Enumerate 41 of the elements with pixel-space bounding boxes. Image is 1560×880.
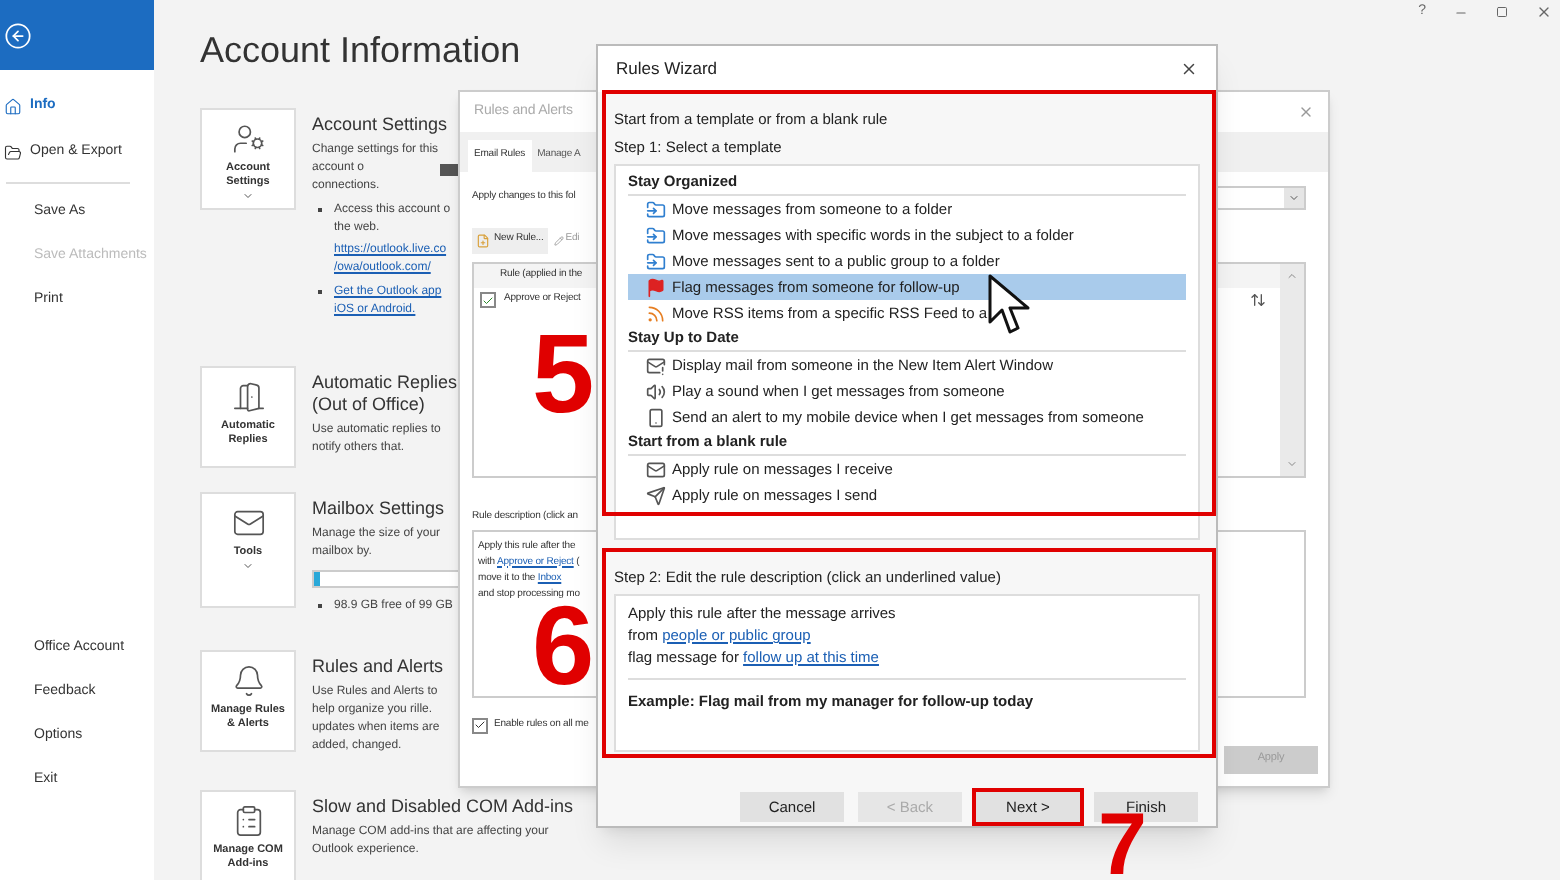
folder-arrow-icon	[646, 199, 666, 219]
envelope-icon	[646, 459, 666, 479]
section-title: Automatic Replies (Out of Office)	[312, 372, 458, 416]
folder-icon	[4, 144, 22, 162]
flag-icon	[646, 277, 666, 297]
close-icon[interactable]	[1536, 4, 1552, 20]
envelope-icon	[231, 506, 265, 540]
rss-icon	[646, 303, 666, 323]
section-title: Account Settings	[312, 114, 448, 136]
step-number: 6	[532, 604, 595, 688]
chevron-down-icon	[242, 560, 254, 572]
page-title: Account Information	[200, 28, 521, 72]
folder-arrow-icon	[646, 251, 666, 271]
back-icon[interactable]	[4, 21, 32, 49]
door-icon	[231, 380, 265, 414]
maximize-icon[interactable]	[1496, 6, 1508, 18]
phone-icon	[646, 407, 666, 427]
checkbox[interactable]	[472, 717, 488, 733]
mail-alert-icon	[646, 355, 666, 375]
home-icon	[4, 98, 22, 116]
chevron-down-icon	[1288, 192, 1300, 204]
dialog-title: Rules Wizard	[616, 56, 718, 82]
new-rule-icon	[476, 233, 490, 247]
user-gear-icon	[231, 122, 265, 156]
checkbox[interactable]	[480, 292, 496, 308]
speaker-icon	[646, 381, 666, 401]
section-title: Slow and Disabled COM Add-ins	[312, 796, 574, 818]
step-number: 5	[532, 332, 595, 416]
section-title: Mailbox Settings	[312, 498, 445, 520]
send-icon	[646, 485, 666, 505]
clipboard-icon	[231, 804, 265, 838]
section-title: Rules and Alerts	[312, 656, 444, 678]
check-icon	[482, 293, 494, 307]
check-icon	[474, 718, 486, 732]
pencil-icon	[553, 235, 564, 245]
cursor-icon	[988, 274, 1032, 336]
chevron-down-icon	[242, 190, 254, 202]
bell-icon	[231, 664, 265, 698]
folder-arrow-icon	[646, 225, 666, 245]
close-icon[interactable]	[1180, 60, 1198, 78]
sort-icon[interactable]	[1250, 292, 1266, 308]
